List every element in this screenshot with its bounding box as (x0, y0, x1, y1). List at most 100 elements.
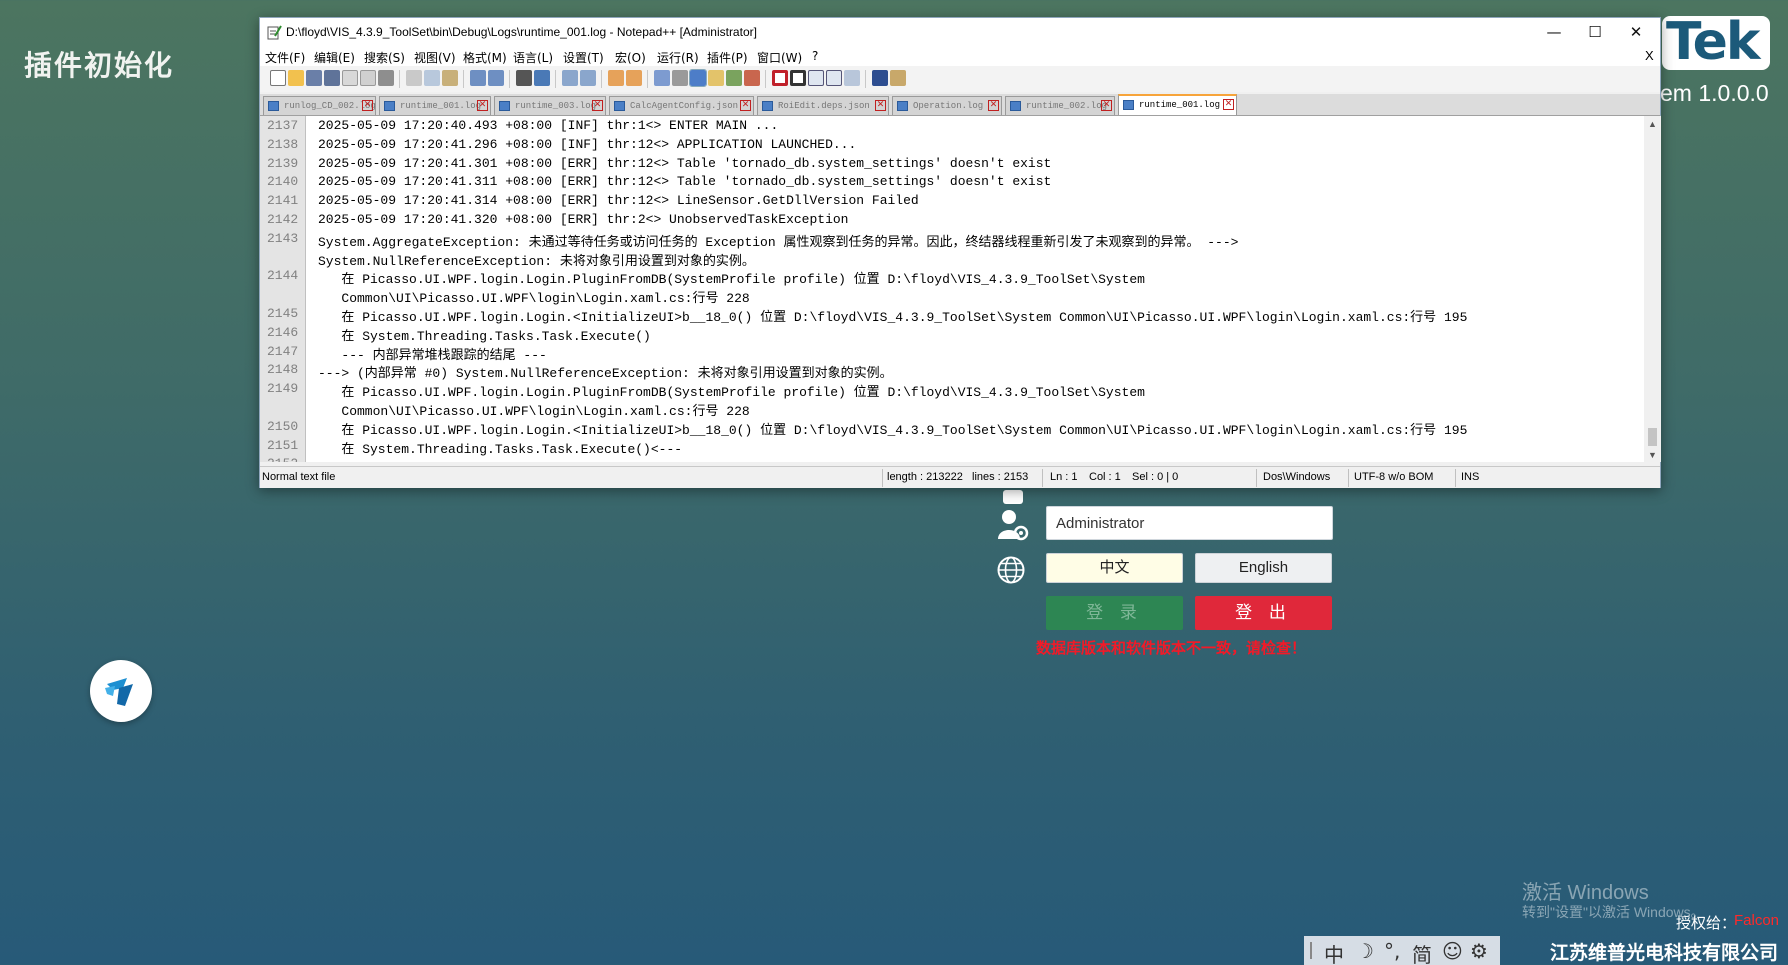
plugin-icon[interactable] (890, 70, 906, 86)
indent-guide-icon[interactable] (689, 69, 707, 87)
close-all-icon[interactable] (360, 70, 376, 86)
close-button[interactable]: ✕ (1616, 18, 1656, 46)
save-icon[interactable] (306, 70, 322, 86)
menu-plugins[interactable]: 插件(P) (707, 49, 748, 66)
tab-runtime-003[interactable]: runtime_003.log ✕ (494, 96, 606, 115)
tab-close-icon[interactable]: ✕ (592, 100, 603, 111)
menu-macro[interactable]: 宏(O) (615, 49, 646, 66)
ime-chinese-mode[interactable]: 中 (1324, 939, 1344, 965)
code-line[interactable]: System.AggregateException: 未通过等待任务或访问任务的… (318, 231, 1238, 250)
tab-runtime-001-a[interactable]: runtime_001.log ✕ (379, 96, 491, 115)
ime-grip[interactable] (1310, 942, 1312, 959)
menu-run[interactable]: 运行(R) (657, 49, 699, 66)
function-list-icon[interactable] (726, 70, 742, 86)
word-wrap-icon[interactable] (654, 70, 670, 86)
scrollbar-thumb[interactable] (1648, 428, 1657, 446)
ime-settings-icon[interactable]: ⚙ (1470, 939, 1488, 963)
print-icon[interactable] (378, 70, 394, 86)
code-line[interactable]: 在 Picasso.UI.WPF.login.Login.PluginFromD… (318, 381, 1145, 400)
login-button[interactable]: 登 录 (1046, 596, 1183, 630)
menu-format[interactable]: 格式(M) (463, 49, 507, 66)
code-line[interactable]: 在 System.Threading.Tasks.Task.Execute()<… (318, 438, 682, 457)
show-all-chars-icon[interactable] (672, 70, 688, 86)
logout-button[interactable]: 登 出 (1195, 596, 1332, 630)
code-line[interactable]: 2025-05-09 17:20:41.314 +08:00 [ERR] thr… (318, 193, 919, 208)
tab-operation[interactable]: Operation.log ✕ (892, 96, 1002, 115)
sync-horizontal-icon[interactable] (626, 70, 642, 86)
stop-macro-icon[interactable] (790, 70, 806, 86)
cut-icon[interactable] (406, 70, 422, 86)
undo-icon[interactable] (470, 70, 486, 86)
tab-runtime-002[interactable]: runtime_002.log ✕ (1005, 96, 1115, 115)
save-all-icon[interactable] (324, 70, 340, 86)
run-macro-multiple-icon[interactable] (826, 70, 842, 86)
scroll-down-icon[interactable]: ▼ (1648, 450, 1657, 460)
language-chinese-button[interactable]: 中文 (1046, 553, 1183, 583)
code-line[interactable]: 在 Picasso.UI.WPF.login.Login.<Initialize… (318, 306, 1467, 325)
redo-icon[interactable] (488, 70, 504, 86)
code-line[interactable]: 在 System.Threading.Tasks.Task.Execute() (318, 325, 650, 344)
code-line[interactable]: ---> (内部异常 #0) System.NullReferenceExcep… (318, 362, 893, 381)
code-line[interactable]: 在 Picasso.UI.WPF.login.Login.PluginFromD… (318, 268, 1145, 287)
menu-search[interactable]: 搜索(S) (364, 49, 405, 66)
minimize-button[interactable]: — (1534, 18, 1574, 46)
tab-roiedit-deps[interactable]: RoiEdit.deps.json ✕ (757, 96, 889, 115)
record-macro-icon[interactable] (772, 70, 788, 86)
tab-close-icon[interactable]: ✕ (988, 100, 999, 111)
close-file-icon[interactable] (342, 70, 358, 86)
tab-close-icon[interactable]: ✕ (875, 100, 886, 111)
code-line[interactable]: 2025-05-09 17:20:41.320 +08:00 [ERR] thr… (318, 212, 849, 227)
sync-vertical-icon[interactable] (608, 70, 624, 86)
scroll-up-icon[interactable]: ▲ (1648, 119, 1657, 129)
ime-simplified-mode[interactable]: 简 (1412, 939, 1432, 965)
menu-language[interactable]: 语言(L) (513, 49, 553, 66)
username-field[interactable]: Administrator (1046, 506, 1333, 540)
save-macro-icon[interactable] (844, 70, 860, 86)
document-map-icon[interactable] (708, 70, 724, 86)
ime-moon-icon[interactable]: ☽ (1356, 939, 1374, 963)
app-logo-icon[interactable] (90, 660, 152, 722)
window-titlebar[interactable]: D:\floyd\VIS_4.3.9_ToolSet\bin\Debug\Log… (260, 18, 1660, 46)
text-editor[interactable]: 2137 2138 2139 2140 2141 2142 2143 2144 2145 2146… (260, 116, 1644, 462)
find-icon[interactable] (516, 70, 532, 86)
open-file-icon[interactable] (288, 70, 304, 86)
code-line[interactable]: 在 Picasso.UI.WPF.login.Login.<Initialize… (318, 419, 1467, 438)
close-document-button[interactable]: X (1645, 48, 1654, 63)
replace-icon[interactable] (534, 70, 550, 86)
ime-emoji-icon[interactable]: ☺ (1442, 939, 1463, 963)
copy-icon[interactable] (424, 70, 440, 86)
language-english-button[interactable]: English (1195, 553, 1332, 583)
paste-icon[interactable] (442, 70, 458, 86)
code-line[interactable]: Common\UI\Picasso.UI.WPF\login\Login.xam… (318, 287, 749, 306)
code-line[interactable]: 2025-05-09 17:20:40.493 +08:00 [INF] thr… (318, 118, 778, 133)
tab-close-icon[interactable]: ✕ (740, 100, 751, 111)
spell-check-icon[interactable] (872, 70, 888, 86)
zoom-out-icon[interactable] (580, 70, 596, 86)
tab-runtime-001-active[interactable]: runtime_001.log ✕ (1118, 94, 1237, 115)
zoom-in-icon[interactable] (562, 70, 578, 86)
tab-runlog-cd-002[interactable]: runlog_CD_002.log ✕ (263, 96, 376, 115)
play-macro-icon[interactable] (808, 70, 824, 86)
folder-workspace-icon[interactable] (744, 70, 760, 86)
code-line[interactable]: --- 内部异常堆栈跟踪的结尾 --- (318, 344, 546, 363)
code-line[interactable]: Common\UI\Picasso.UI.WPF\login\Login.xam… (318, 400, 749, 419)
menu-file[interactable]: 文件(F) (265, 49, 305, 66)
menu-window[interactable]: 窗口(W) (757, 49, 802, 66)
tab-close-icon[interactable]: ✕ (477, 100, 488, 111)
new-file-icon[interactable] (270, 70, 286, 86)
menu-help[interactable]: ? (812, 49, 818, 63)
tab-calcagentconfig[interactable]: CalcAgentConfig.json ✕ (609, 96, 754, 115)
code-line[interactable]: System.NullReferenceException: 未将对象引用设置到… (318, 250, 755, 269)
menu-settings[interactable]: 设置(T) (563, 49, 604, 66)
code-line[interactable]: 2025-05-09 17:20:41.311 +08:00 [ERR] thr… (318, 174, 1051, 189)
ime-punctuation-icon[interactable]: °, (1384, 939, 1400, 963)
tab-close-icon[interactable]: ✕ (1223, 99, 1234, 110)
vertical-scrollbar[interactable]: ▲ ▼ (1644, 116, 1661, 462)
code-line[interactable]: 2025-05-09 17:20:41.301 +08:00 [ERR] thr… (318, 156, 1051, 171)
code-line[interactable]: 2025-05-09 17:20:41.296 +08:00 [INF] thr… (318, 137, 856, 152)
tab-close-icon[interactable]: ✕ (1101, 100, 1112, 111)
maximize-button[interactable]: ☐ (1575, 18, 1615, 46)
tab-close-icon[interactable]: ✕ (362, 100, 373, 111)
menu-view[interactable]: 视图(V) (414, 49, 456, 66)
menu-edit[interactable]: 编辑(E) (314, 49, 355, 66)
